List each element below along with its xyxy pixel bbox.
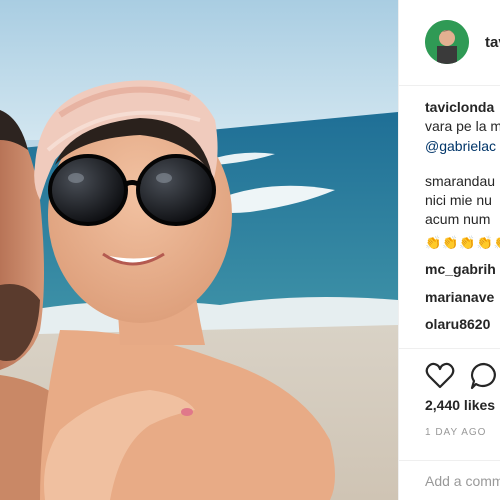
comment-author[interactable]: olaru8620	[425, 315, 490, 333]
comment-text: acum num	[425, 211, 491, 227]
likes-count[interactable]: 2,440 likes	[425, 397, 495, 413]
post-actions: 2,440 likes 1 DAY AGO	[399, 348, 500, 466]
add-comment-section	[399, 460, 500, 500]
post-photo[interactable]	[0, 0, 398, 500]
comment-author[interactable]: mc_gabrih	[425, 260, 496, 278]
comment-text: nici mie nu	[425, 192, 492, 208]
author-avatar[interactable]	[425, 20, 469, 64]
comment-emoji-claps: 👏👏👏👏👏	[425, 235, 500, 250]
avatar-portrait-icon	[425, 20, 469, 64]
heart-icon[interactable]	[425, 361, 455, 391]
post-header: tavic	[399, 0, 500, 86]
post-side-panel: tavic taviclonda vara pe la m @gabrielac…	[398, 0, 500, 500]
add-comment-input[interactable]	[425, 469, 500, 493]
caption-author[interactable]: taviclonda	[425, 98, 494, 116]
caption-text: vara pe la m	[425, 118, 500, 134]
comment-bubble-icon[interactable]	[469, 361, 499, 391]
comment-list: taviclonda vara pe la m @gabrielac smara…	[399, 86, 500, 344]
comment-author-text[interactable]: smarandau	[425, 172, 495, 190]
caption-mention[interactable]: @gabrielac	[425, 137, 496, 155]
comment-author[interactable]: marianave	[425, 288, 494, 306]
author-username[interactable]: tavic	[485, 34, 500, 51]
photo-illustration	[0, 0, 398, 500]
post-timestamp: 1 DAY AGO	[425, 427, 487, 438]
